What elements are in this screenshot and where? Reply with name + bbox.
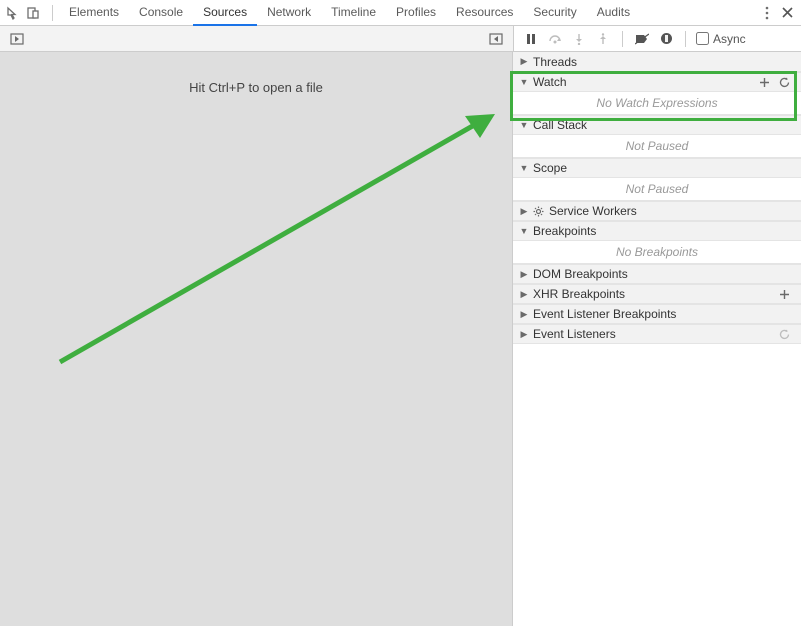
section-event-listeners[interactable]: ▶ Event Listeners bbox=[513, 324, 801, 344]
step-into-icon bbox=[568, 29, 590, 49]
show-navigator-icon[interactable] bbox=[6, 29, 28, 49]
refresh-event-listeners-icon[interactable] bbox=[779, 329, 795, 340]
step-out-icon bbox=[592, 29, 614, 49]
tab-network[interactable]: Network bbox=[257, 0, 321, 26]
tab-sources[interactable]: Sources bbox=[193, 0, 257, 26]
callstack-empty: Not Paused bbox=[513, 135, 801, 158]
watch-empty: No Watch Expressions bbox=[513, 92, 801, 115]
tab-resources[interactable]: Resources bbox=[446, 0, 523, 26]
section-watch[interactable]: ▼ Watch bbox=[513, 72, 801, 92]
section-title: Event Listener Breakpoints bbox=[533, 307, 795, 321]
tab-elements[interactable]: Elements bbox=[59, 0, 129, 26]
section-event-listener-breakpoints[interactable]: ▶ Event Listener Breakpoints bbox=[513, 304, 801, 324]
tab-security[interactable]: Security bbox=[523, 0, 586, 26]
expand-icon: ▶ bbox=[519, 309, 529, 320]
tabs: ElementsConsoleSourcesNetworkTimelinePro… bbox=[59, 0, 757, 26]
section-title: Breakpoints bbox=[533, 224, 795, 238]
pause-on-exceptions-icon[interactable] bbox=[655, 29, 677, 49]
section-title: XHR Breakpoints bbox=[533, 287, 775, 301]
collapse-icon: ▼ bbox=[519, 120, 529, 130]
section-xhr-breakpoints[interactable]: ▶ XHR Breakpoints bbox=[513, 284, 801, 304]
tab-audits[interactable]: Audits bbox=[587, 0, 640, 26]
more-icon[interactable] bbox=[757, 4, 777, 22]
add-xhr-breakpoint-icon[interactable] bbox=[779, 289, 795, 300]
divider bbox=[685, 31, 686, 47]
scope-empty: Not Paused bbox=[513, 178, 801, 201]
expand-icon: ▶ bbox=[519, 269, 529, 280]
pause-icon[interactable] bbox=[520, 29, 542, 49]
section-title: Threads bbox=[533, 55, 795, 69]
section-title: Watch bbox=[533, 75, 755, 89]
async-checkbox-input[interactable] bbox=[696, 32, 709, 45]
step-over-icon bbox=[544, 29, 566, 49]
expand-icon: ▶ bbox=[519, 329, 529, 340]
collapse-icon: ▼ bbox=[519, 226, 529, 236]
section-service-workers[interactable]: ▶ Service Workers bbox=[513, 201, 801, 221]
add-watch-icon[interactable] bbox=[759, 77, 775, 88]
section-breakpoints[interactable]: ▼ Breakpoints bbox=[513, 221, 801, 241]
editor-pane: Hit Ctrl+P to open a file bbox=[0, 52, 513, 626]
section-scope[interactable]: ▼ Scope bbox=[513, 158, 801, 178]
expand-icon: ▶ bbox=[519, 56, 529, 67]
collapse-icon: ▼ bbox=[519, 77, 529, 87]
section-callstack[interactable]: ▼ Call Stack bbox=[513, 115, 801, 135]
expand-icon: ▶ bbox=[519, 289, 529, 300]
divider bbox=[622, 31, 623, 47]
section-title: Call Stack bbox=[533, 118, 795, 132]
section-title: Service Workers bbox=[549, 204, 795, 218]
async-checkbox[interactable]: Async bbox=[696, 32, 746, 46]
inspect-icon[interactable] bbox=[4, 4, 22, 22]
section-title: Event Listeners bbox=[533, 327, 775, 341]
tab-profiles[interactable]: Profiles bbox=[386, 0, 446, 26]
breakpoints-empty: No Breakpoints bbox=[513, 241, 801, 264]
sources-toolbar: Async bbox=[0, 26, 801, 52]
device-mode-icon[interactable] bbox=[24, 4, 42, 22]
editor-hint: Hit Ctrl+P to open a file bbox=[0, 80, 512, 95]
tab-timeline[interactable]: Timeline bbox=[321, 0, 386, 26]
section-title: Scope bbox=[533, 161, 795, 175]
close-icon[interactable] bbox=[777, 4, 797, 22]
deactivate-breakpoints-icon[interactable] bbox=[631, 29, 653, 49]
section-threads[interactable]: ▶ Threads bbox=[513, 52, 801, 72]
debugger-sidebar: ▶ Threads ▼ Watch No Watch Expressions ▼… bbox=[513, 52, 801, 626]
main-split: Hit Ctrl+P to open a file ▶ Threads ▼ Wa… bbox=[0, 52, 801, 626]
tab-console[interactable]: Console bbox=[129, 0, 193, 26]
expand-icon: ▶ bbox=[519, 206, 529, 217]
gear-icon bbox=[533, 206, 545, 217]
devtools-tabbar: ElementsConsoleSourcesNetworkTimelinePro… bbox=[0, 0, 801, 26]
show-debugger-icon[interactable] bbox=[485, 29, 507, 49]
async-label: Async bbox=[713, 32, 746, 46]
refresh-watch-icon[interactable] bbox=[779, 77, 795, 88]
section-title: DOM Breakpoints bbox=[533, 267, 795, 281]
collapse-icon: ▼ bbox=[519, 163, 529, 173]
divider bbox=[52, 5, 53, 21]
section-dom-breakpoints[interactable]: ▶ DOM Breakpoints bbox=[513, 264, 801, 284]
